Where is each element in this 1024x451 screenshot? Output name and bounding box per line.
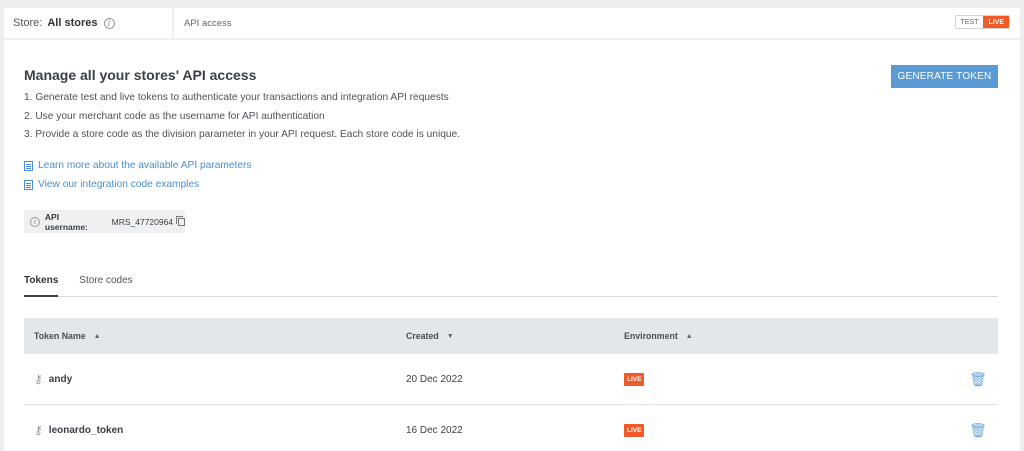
code-examples-link[interactable]: View our integration code examples bbox=[24, 175, 252, 194]
top-bar: Store: All stores i API access TEST LIVE bbox=[4, 8, 1020, 38]
delete-token-button[interactable]: 🗑 bbox=[958, 422, 998, 439]
main-panel: Manage all your stores' API access 1. Ge… bbox=[4, 40, 1020, 451]
info-icon: i bbox=[30, 216, 40, 227]
step-2: 2. Use your merchant code as the usernam… bbox=[24, 110, 325, 122]
api-parameters-link[interactable]: Learn more about the available API param… bbox=[24, 156, 252, 175]
trash-icon[interactable]: 🗑 bbox=[969, 371, 987, 388]
environment-cell: LIVE bbox=[624, 423, 958, 437]
store-selector[interactable]: Store: All stores i bbox=[4, 8, 172, 38]
live-badge: LIVE bbox=[624, 423, 645, 437]
trash-icon[interactable]: 🗑 bbox=[969, 422, 987, 439]
live-badge: LIVE bbox=[624, 372, 645, 386]
store-label: Store: bbox=[13, 17, 43, 29]
header-label: Token Name bbox=[34, 331, 86, 341]
key-icon: ⚷ bbox=[34, 423, 43, 437]
table-row: ⚷ andy 20 Dec 2022 LIVE 🗑 bbox=[24, 354, 998, 405]
api-username-value: MRS_47720964 bbox=[111, 216, 174, 227]
api-username-chip: i API username: MRS_47720964 bbox=[24, 210, 185, 233]
breadcrumb: API access TEST LIVE bbox=[174, 8, 1020, 38]
link-label[interactable]: View our integration code examples bbox=[38, 175, 199, 194]
sort-down-icon: ▼ bbox=[446, 332, 454, 340]
table-row: ⚷ leonardo_token 16 Dec 2022 LIVE 🗑 bbox=[24, 405, 998, 451]
step-3: 3. Provide a store code as the division … bbox=[24, 129, 461, 140]
document-icon bbox=[24, 160, 33, 171]
instructions: 1. Generate test and live tokens to auth… bbox=[24, 89, 460, 145]
store-value: All stores bbox=[47, 17, 98, 29]
breadcrumb-current: API access bbox=[184, 17, 232, 29]
token-name-cell: ⚷ andy bbox=[24, 372, 406, 386]
tab-store-codes[interactable]: Store codes bbox=[79, 272, 132, 296]
token-name: leonardo_token bbox=[48, 424, 124, 436]
environment-toggle[interactable]: TEST LIVE bbox=[954, 15, 1010, 29]
token-name-cell: ⚷ leonardo_token bbox=[24, 423, 406, 437]
header-created[interactable]: Created ▼ bbox=[406, 331, 624, 341]
created-date: 16 Dec 2022 bbox=[406, 424, 463, 436]
env-test-option[interactable]: TEST bbox=[955, 16, 984, 28]
generate-token-button[interactable]: GENERATE TOKEN bbox=[891, 65, 998, 88]
env-live-option[interactable]: LIVE bbox=[983, 16, 1009, 28]
delete-token-button[interactable]: 🗑 bbox=[958, 371, 998, 388]
header-token-name[interactable]: Token Name ▲ bbox=[24, 331, 406, 341]
table-header: Token Name ▲ Created ▼ Environment ▲ bbox=[24, 318, 998, 354]
created-date: 20 Dec 2022 bbox=[406, 373, 463, 385]
tab-bar: Tokens Store codes bbox=[24, 272, 998, 297]
token-name: andy bbox=[48, 373, 73, 385]
header-label: Created bbox=[406, 331, 439, 341]
page-title: Manage all your stores' API access bbox=[24, 67, 257, 83]
tokens-table: Token Name ▲ Created ▼ Environment ▲ ⚷ a… bbox=[24, 318, 998, 451]
document-icon bbox=[24, 179, 33, 190]
api-username-label: API username: bbox=[44, 211, 88, 232]
copy-icon[interactable] bbox=[176, 215, 185, 226]
info-icon[interactable]: i bbox=[103, 17, 115, 29]
header-label: Environment bbox=[624, 331, 678, 341]
step-1: 1. Generate test and live tokens to auth… bbox=[24, 92, 449, 103]
help-links: Learn more about the available API param… bbox=[24, 156, 252, 194]
tab-tokens[interactable]: Tokens bbox=[24, 272, 59, 297]
link-label[interactable]: Learn more about the available API param… bbox=[38, 156, 252, 175]
header-environment[interactable]: Environment ▲ bbox=[624, 331, 958, 341]
sort-up-icon: ▲ bbox=[93, 332, 101, 340]
environment-cell: LIVE bbox=[624, 372, 958, 386]
sort-up-icon: ▲ bbox=[685, 332, 693, 340]
key-icon: ⚷ bbox=[34, 372, 43, 386]
